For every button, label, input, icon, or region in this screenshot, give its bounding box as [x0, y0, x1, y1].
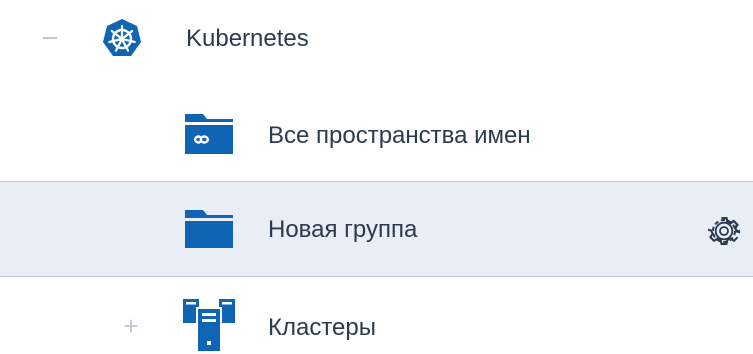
tree-node-label: Все пространства имен: [268, 122, 531, 149]
gear-icon[interactable]: [707, 215, 741, 252]
expand-toggle[interactable]: +: [116, 311, 146, 341]
tree-node-new-group[interactable]: Новая группа: [0, 181, 753, 277]
cluster-servers-icon: [181, 297, 237, 354]
tree-node-kubernetes[interactable]: − Kubernetes: [0, 0, 753, 88]
kubernetes-helm-icon: [102, 18, 142, 65]
folder-infinity-icon: [183, 112, 235, 161]
tree-node-clusters[interactable]: + Кластеры: [0, 281, 753, 354]
tree-node-label: Кластеры: [268, 314, 376, 341]
folder-icon: [183, 208, 235, 255]
tree-node-label: Новая группа: [268, 216, 418, 243]
tree-node-all-namespaces[interactable]: Все пространства имен: [0, 95, 753, 177]
resource-tree: − Kubernetes Все пространства имен Новая…: [0, 0, 753, 354]
collapse-toggle[interactable]: −: [35, 24, 65, 54]
tree-node-label: Kubernetes: [186, 25, 309, 52]
